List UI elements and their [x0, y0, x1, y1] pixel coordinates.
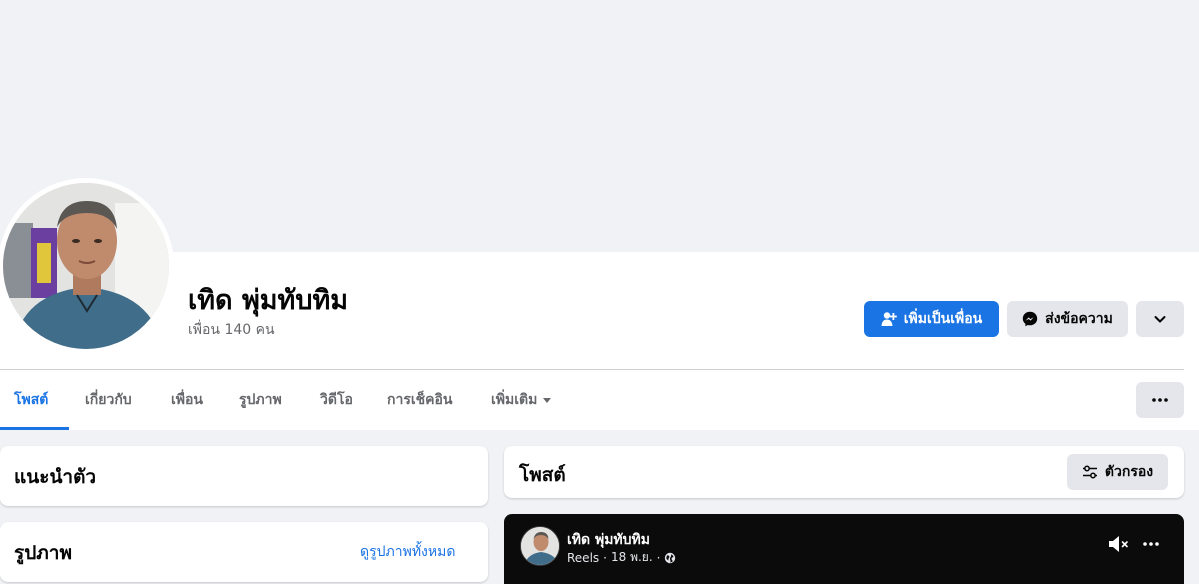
intro-title: แนะนำตัว	[14, 466, 97, 488]
messenger-icon	[1022, 311, 1038, 327]
reel-options-button[interactable]	[1142, 534, 1160, 558]
tab-photos[interactable]: รูปภาพ	[239, 382, 282, 418]
posts-title: โพสต์	[519, 464, 566, 486]
reel-post-card[interactable]: เทิด พุ่มทับทิม Reels · 18 พ.ย. ·	[504, 514, 1184, 584]
add-friend-label: เพิ่มเป็นเพื่อน	[903, 311, 983, 327]
header-divider	[0, 369, 1184, 370]
profile-avatar[interactable]	[3, 183, 169, 349]
reel-meta: Reels · 18 พ.ย. ·	[567, 548, 676, 567]
add-friend-button[interactable]: เพิ่มเป็นเพื่อน	[864, 301, 999, 337]
see-all-photos-link[interactable]: ดูรูปภาพทั้งหมด	[360, 541, 455, 563]
chevron-down-icon	[1154, 316, 1166, 323]
photos-title[interactable]: รูปภาพ	[14, 538, 72, 568]
filter-button[interactable]: ตัวกรอง	[1067, 454, 1168, 490]
reel-type: Reels	[567, 550, 600, 565]
tab-more-label: เพิ่มเติม	[491, 392, 538, 408]
tab-more[interactable]: เพิ่มเติม	[491, 382, 552, 418]
globe-icon	[665, 552, 676, 563]
tab-about[interactable]: เกี่ยวกับ	[85, 382, 132, 418]
friend-count[interactable]: เพื่อน 140 คน	[188, 319, 275, 341]
more-dots-icon	[1143, 542, 1159, 546]
filter-sliders-icon	[1082, 465, 1097, 479]
message-button[interactable]: ส่งข้อความ	[1007, 301, 1128, 337]
filter-label: ตัวกรอง	[1104, 464, 1154, 480]
photos-card: รูปภาพ ดูรูปภาพทั้งหมด	[0, 522, 488, 582]
more-options-button[interactable]	[1136, 301, 1184, 337]
active-tab-indicator	[0, 427, 69, 430]
profile-name: เทิด พุ่มทับทิม	[188, 285, 349, 316]
posts-header-card: โพสต์ ตัวกรอง	[504, 446, 1184, 498]
cover-photo[interactable]	[0, 0, 1199, 252]
caret-down-icon	[543, 397, 552, 403]
message-label: ส่งข้อความ	[1045, 311, 1113, 327]
tab-friends[interactable]: เพื่อน	[171, 382, 203, 418]
tab-videos[interactable]: วิดีโอ	[320, 382, 353, 418]
avatar-portrait-icon	[3, 183, 169, 349]
meta-separator: ·	[656, 550, 661, 565]
mute-button[interactable]	[1108, 534, 1130, 558]
add-friend-icon	[881, 312, 897, 326]
speaker-muted-icon	[1109, 536, 1128, 552]
reel-author-avatar[interactable]	[520, 526, 560, 566]
profile-menu-button[interactable]	[1136, 382, 1184, 418]
more-dots-icon	[1152, 398, 1168, 402]
reel-avatar-portrait-icon	[521, 527, 559, 565]
tab-checkins[interactable]: การเช็คอิน	[387, 382, 453, 418]
intro-card: แนะนำตัว	[0, 446, 488, 506]
tab-posts[interactable]: โพสต์	[14, 382, 48, 418]
reel-date[interactable]: 18 พ.ย.	[611, 548, 653, 567]
meta-separator: ·	[603, 550, 607, 565]
